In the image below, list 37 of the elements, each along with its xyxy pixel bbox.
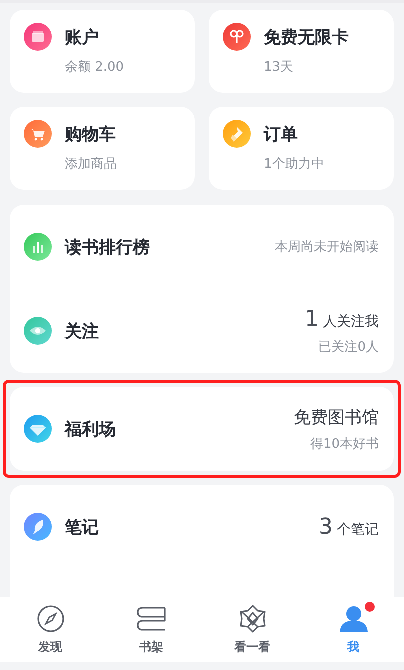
row-note: 本周尚未开始阅读 bbox=[275, 239, 379, 256]
menu-card[interactable]: 购物车 添加商品 bbox=[10, 107, 195, 190]
person-icon bbox=[338, 604, 368, 632]
compass-icon bbox=[36, 604, 64, 632]
card-title: 订单 bbox=[264, 124, 299, 146]
count: 3 bbox=[319, 514, 333, 540]
bow-icon bbox=[223, 23, 251, 51]
card-title: 账户 bbox=[65, 27, 100, 49]
menu-card[interactable]: 免费无限卡 13天 bbox=[209, 10, 394, 93]
count: 1 bbox=[305, 306, 319, 332]
eye-icon bbox=[24, 317, 52, 345]
card-subtitle: 1个助力中 bbox=[264, 156, 324, 173]
menu-card[interactable]: 账户 余额 2.00 bbox=[10, 10, 195, 93]
books-icon bbox=[136, 604, 166, 632]
bar-chart-icon bbox=[24, 233, 52, 261]
feather-icon bbox=[24, 513, 52, 541]
row-headline: 免费图书馆 bbox=[294, 406, 379, 428]
card-subtitle: 添加商品 bbox=[65, 156, 117, 173]
row-title[interactable]: 福利场 bbox=[65, 418, 116, 440]
card-subtitle: 余额 2.00 bbox=[65, 59, 124, 76]
count-label: 个笔记 bbox=[337, 520, 379, 538]
wallet-icon bbox=[24, 23, 52, 51]
menu-card[interactable]: 订单 1个助力中 bbox=[209, 107, 394, 190]
row-title[interactable]: 笔记 bbox=[65, 516, 99, 538]
card-title: 购物车 bbox=[65, 124, 117, 146]
card-title: 免费无限卡 bbox=[264, 27, 349, 49]
count-label: 人关注我 bbox=[323, 312, 379, 330]
tab[interactable]: 发现 bbox=[0, 597, 101, 662]
tab[interactable]: 书架 bbox=[101, 597, 202, 662]
cart-icon bbox=[24, 120, 52, 148]
row-title[interactable]: 关注 bbox=[65, 320, 99, 342]
card-subtitle: 13天 bbox=[264, 59, 295, 76]
tab[interactable]: 看一看 bbox=[202, 597, 303, 662]
flower-icon bbox=[238, 604, 268, 634]
row-note: 得10本好书 bbox=[310, 436, 379, 452]
row-title[interactable]: 读书排行榜 bbox=[65, 236, 150, 258]
row-note: 已关注0人 bbox=[318, 338, 379, 356]
